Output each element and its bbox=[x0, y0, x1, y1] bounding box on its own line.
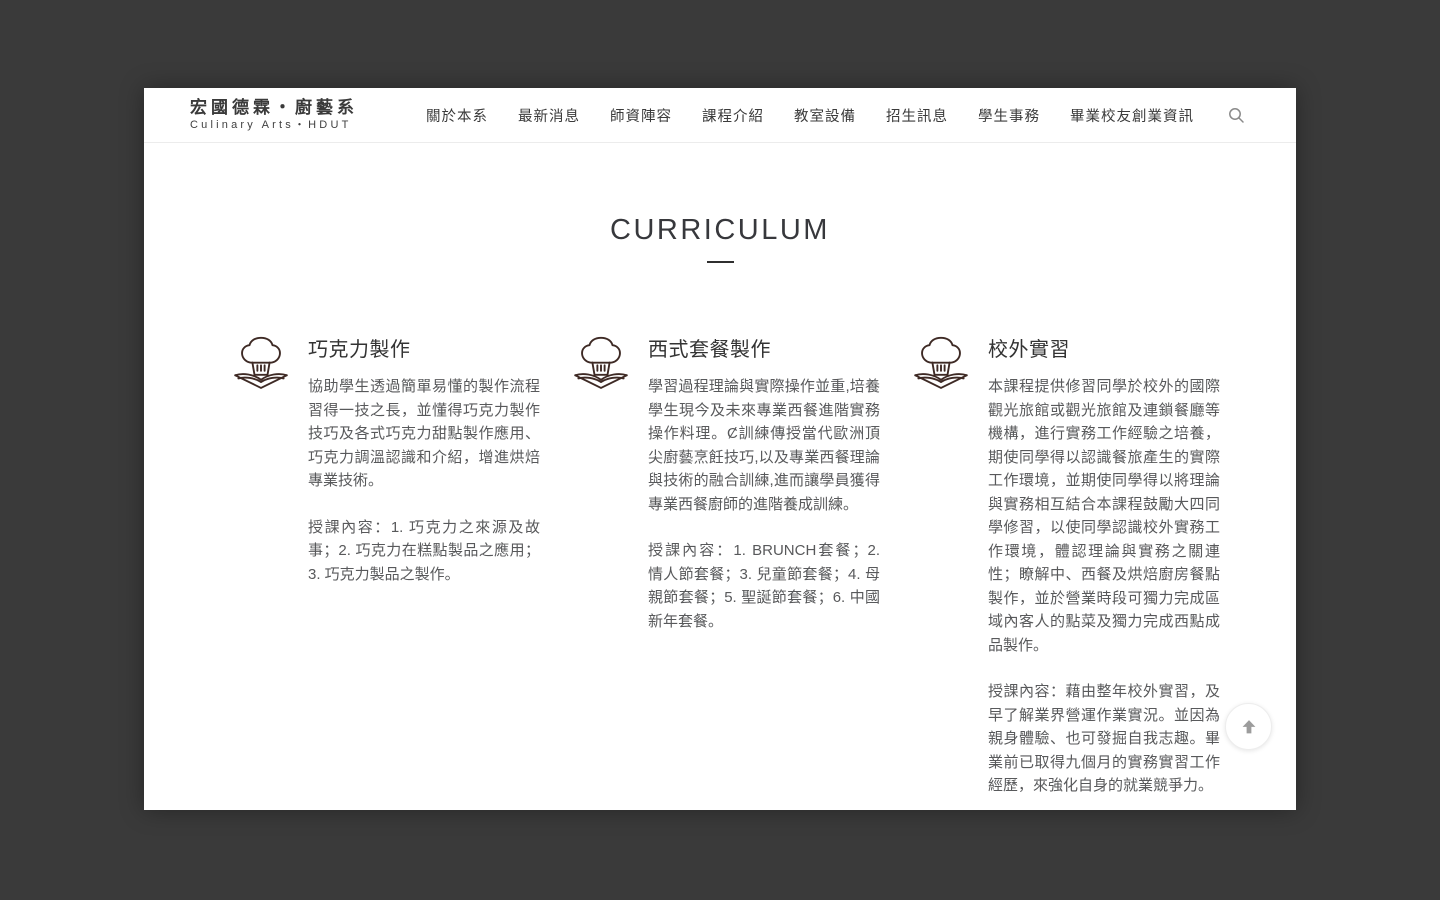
curriculum-column-chocolate: 巧克力製作 協助學生透過簡單易懂的製作流程習得一技之長，並懂得巧克力製作技巧及各… bbox=[232, 333, 540, 798]
chef-hat-book-icon bbox=[572, 336, 630, 392]
chef-hat-book-icon bbox=[912, 336, 970, 392]
course-title: 西式套餐製作 bbox=[648, 339, 771, 361]
chef-hat-book-icon bbox=[232, 336, 290, 392]
site-logo[interactable]: 宏國德霖・廚藝系 Culinary Arts・HDUT bbox=[190, 98, 358, 132]
nav-item-news[interactable]: 最新消息 bbox=[518, 105, 580, 126]
section-heading: CURRICULUM bbox=[144, 214, 1296, 263]
course-text-block: 巧克力製作 協助學生透過簡單易懂的製作流程習得一技之長，並懂得巧克力製作技巧及各… bbox=[308, 333, 540, 586]
course-syllabus: 授課內容：1. BRUNCH套餐；2. 情人節套餐；3. 兒童節套餐；4. 母親… bbox=[648, 542, 880, 630]
nav-item-facilities[interactable]: 教室設備 bbox=[794, 105, 856, 126]
course-description: 協助學生透過簡單易懂的製作流程習得一技之長，並懂得巧克力製作技巧及各式巧克力甜點… bbox=[308, 378, 540, 489]
course-title: 巧克力製作 bbox=[308, 339, 411, 361]
nav-item-curriculum[interactable]: 課程介紹 bbox=[702, 105, 764, 126]
main-nav: 關於本系 最新消息 師資陣容 課程介紹 教室設備 招生訊息 學生事務 畢業校友創… bbox=[426, 105, 1246, 126]
course-text-block: 西式套餐製作 學習過程理論與實際操作並重,培養學生現今及未來專業西餐進階實務操作… bbox=[648, 333, 880, 633]
logo-subtitle: Culinary Arts・HDUT bbox=[190, 119, 352, 132]
section-title: CURRICULUM bbox=[610, 214, 830, 246]
nav-item-admissions[interactable]: 招生訊息 bbox=[886, 105, 948, 126]
course-title: 校外實習 bbox=[988, 339, 1070, 361]
course-text-block: 校外實習 本課程提供修習同學於校外的國際觀光旅館或觀光旅館及連鎖餐廳等機構，進行… bbox=[988, 333, 1220, 798]
page-container: 宏國德霖・廚藝系 Culinary Arts・HDUT 關於本系 最新消息 師資… bbox=[144, 88, 1296, 810]
curriculum-column-internship: 校外實習 本課程提供修習同學於校外的國際觀光旅館或觀光旅館及連鎖餐廳等機構，進行… bbox=[912, 333, 1220, 798]
search-icon[interactable] bbox=[1226, 105, 1246, 125]
course-syllabus: 授課內容：藉由整年校外實習，及早了解業界營運作業實況。並因為親身體驗、也可發掘自… bbox=[988, 683, 1220, 794]
curriculum-column-western-meal: 西式套餐製作 學習過程理論與實際操作並重,培養學生現今及未來專業西餐進階實務操作… bbox=[572, 333, 880, 798]
section-divider bbox=[706, 261, 734, 263]
course-syllabus: 授課內容：1. 巧克力之來源及故事；2. 巧克力在糕點製品之應用；3. 巧克力製… bbox=[308, 518, 540, 583]
course-description: 學習過程理論與實際操作並重,培養學生現今及未來專業西餐進階實務操作料理。Ȼ訓練傳… bbox=[648, 378, 880, 513]
nav-item-faculty[interactable]: 師資陣容 bbox=[610, 105, 672, 126]
course-description: 本課程提供修習同學於校外的國際觀光旅館或觀光旅館及連鎖餐廳等機構，進行實務工作經… bbox=[988, 378, 1220, 654]
logo-title: 宏國德霖・廚藝系 bbox=[190, 97, 358, 117]
nav-item-student-affairs[interactable]: 學生事務 bbox=[978, 105, 1040, 126]
curriculum-columns: 巧克力製作 協助學生透過簡單易懂的製作流程習得一技之長，並懂得巧克力製作技巧及各… bbox=[144, 333, 1296, 798]
site-header: 宏國德霖・廚藝系 Culinary Arts・HDUT 關於本系 最新消息 師資… bbox=[144, 88, 1296, 143]
nav-item-about[interactable]: 關於本系 bbox=[426, 105, 488, 126]
nav-item-alumni[interactable]: 畢業校友創業資訊 bbox=[1070, 105, 1194, 126]
arrow-up-icon bbox=[1238, 716, 1260, 738]
back-to-top-button[interactable] bbox=[1225, 703, 1272, 750]
